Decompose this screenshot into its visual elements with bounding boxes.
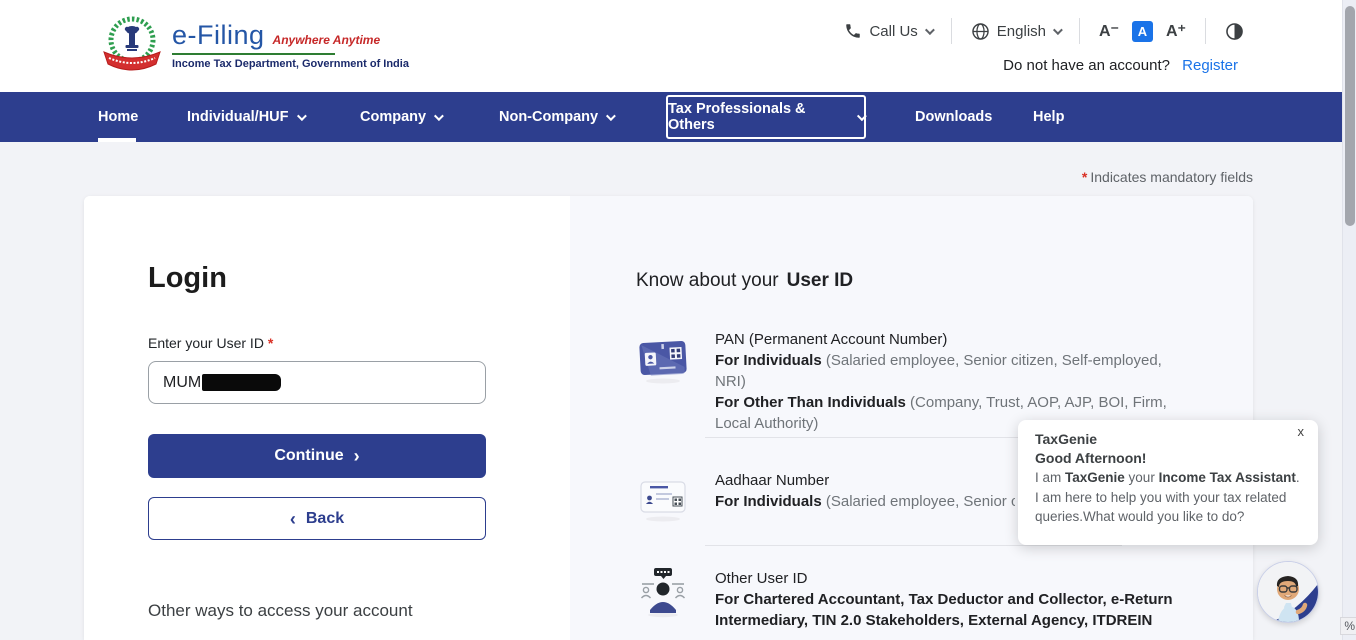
divider xyxy=(705,545,1122,546)
asterisk: * xyxy=(1082,169,1087,185)
pan-line-individuals: For Individuals (Salaried employee, Seni… xyxy=(715,350,1177,392)
continue-label: Continue xyxy=(274,447,343,465)
chat-message: I am TaxGenie your Income Tax Assistant.… xyxy=(1035,468,1302,527)
page-title: Login xyxy=(148,262,227,295)
aadhaar-title: Aadhaar Number xyxy=(715,470,1015,491)
call-us-menu[interactable]: Call Us xyxy=(844,22,931,40)
nav-item-downloads[interactable]: Downloads xyxy=(915,92,992,142)
phone-icon xyxy=(844,22,862,40)
account-prompt-text: Do not have an account? xyxy=(1003,57,1170,74)
chevron-down-icon xyxy=(296,111,306,121)
required-asterisk: * xyxy=(268,335,273,351)
close-icon[interactable]: x xyxy=(1298,424,1305,439)
know-title-bold: User ID xyxy=(787,270,854,291)
logo-green-rule xyxy=(172,53,335,55)
nav-tax-professionals-label: Tax Professionals & Others xyxy=(668,101,849,133)
chevron-down-icon xyxy=(857,111,867,121)
divider xyxy=(1205,18,1206,44)
main-navigation: Home Individual/HUF Company Non-Company … xyxy=(0,92,1356,142)
chevron-right-icon: › xyxy=(354,447,360,465)
income-tax-emblem-icon xyxy=(100,14,164,76)
font-increase-button[interactable]: A⁺ xyxy=(1166,21,1186,41)
logo-text: e-Filing Anywhere Anytime Income Tax Dep… xyxy=(172,20,409,70)
divider xyxy=(951,18,952,44)
know-section-title: Know about your User ID xyxy=(636,270,853,292)
department-name: Income Tax Department, Government of Ind… xyxy=(172,58,409,70)
call-us-label: Call Us xyxy=(869,23,917,40)
nav-item-non-company[interactable]: Non-Company xyxy=(499,92,613,142)
login-card: Login Enter your User ID * MUM Continue … xyxy=(84,196,1253,640)
other-ways-heading: Other ways to access your account xyxy=(148,601,413,621)
taxgenie-avatar-button[interactable] xyxy=(1257,561,1319,623)
chevron-down-icon xyxy=(434,111,444,121)
back-label: Back xyxy=(306,510,344,528)
taxgenie-chat-popup: x TaxGenie Good Afternoon! I am TaxGenie… xyxy=(1018,420,1318,545)
pan-title: PAN (Permanent Account Number) xyxy=(715,329,1177,350)
nav-downloads-label: Downloads xyxy=(915,109,992,125)
chevron-down-icon xyxy=(1053,25,1063,35)
language-label: English xyxy=(997,23,1046,40)
language-menu[interactable]: English xyxy=(971,22,1060,41)
know-title-prefix: Know about your xyxy=(636,270,779,291)
other-user-id-line: For Chartered Accountant, Tax Deductor a… xyxy=(715,589,1177,631)
site-logo[interactable]: e-Filing Anywhere Anytime Income Tax Dep… xyxy=(100,14,409,76)
chevron-left-icon: ‹ xyxy=(290,510,296,528)
brand-name: e-Filing xyxy=(172,20,265,51)
nav-company-label: Company xyxy=(360,109,426,125)
top-header: e-Filing Anywhere Anytime Income Tax Dep… xyxy=(0,0,1356,92)
login-panel: Login Enter your User ID * MUM Continue … xyxy=(84,196,570,640)
chevron-down-icon xyxy=(606,111,616,121)
efiling-login-page: e-Filing Anywhere Anytime Income Tax Dep… xyxy=(0,0,1356,640)
pan-card-icon xyxy=(636,334,690,386)
account-prompt-row: Do not have an account? Register xyxy=(1003,57,1238,74)
assistant-avatar-icon xyxy=(1258,562,1318,622)
nav-home-label: Home xyxy=(98,109,138,125)
zoom-percent-badge: % xyxy=(1340,617,1356,635)
nav-item-home[interactable]: Home xyxy=(98,92,138,142)
globe-icon xyxy=(971,22,990,41)
font-decrease-button[interactable]: A⁻ xyxy=(1099,21,1119,41)
continue-button[interactable]: Continue › xyxy=(148,434,486,478)
other-user-id-description: Other User ID For Chartered Accountant, … xyxy=(715,568,1177,631)
brand-tagline: Anywhere Anytime xyxy=(273,33,381,47)
chat-bot-name: TaxGenie xyxy=(1035,431,1302,447)
register-link[interactable]: Register xyxy=(1182,57,1238,74)
user-id-label-text: Enter your User ID xyxy=(148,335,268,351)
vertical-scrollbar[interactable] xyxy=(1342,0,1356,640)
chat-greeting: Good Afternoon! xyxy=(1035,450,1302,466)
know-user-id-panel: Know about yourUser ID PAN (Permanent A xyxy=(570,196,1253,640)
mandatory-fields-note: *Indicates mandatory fields xyxy=(1082,169,1253,185)
active-tab-indicator xyxy=(98,138,136,142)
nav-item-help[interactable]: Help xyxy=(1033,92,1064,142)
mandatory-note-text: Indicates mandatory fields xyxy=(1090,169,1253,185)
nav-item-tax-professionals[interactable]: Tax Professionals & Others xyxy=(666,95,866,139)
aadhaar-description: Aadhaar Number For Individuals (Salaried… xyxy=(715,470,1015,512)
user-id-value: MUM xyxy=(163,374,201,392)
user-id-input[interactable]: MUM xyxy=(148,361,486,404)
pan-description: PAN (Permanent Account Number) For Indiv… xyxy=(715,329,1177,434)
user-id-label: Enter your User ID * xyxy=(148,335,276,351)
header-utilities: Call Us English A⁻ A A⁺ xyxy=(844,16,1244,46)
chevron-down-icon xyxy=(925,25,935,35)
aadhaar-line-individuals: For Individuals (Salaried employee, Seni… xyxy=(715,491,1015,512)
other-user-id-icon xyxy=(636,566,690,618)
nav-help-label: Help xyxy=(1033,109,1064,125)
divider xyxy=(1079,18,1080,44)
nav-item-company[interactable]: Company xyxy=(360,92,441,142)
other-user-id-title: Other User ID xyxy=(715,568,1177,589)
aadhaar-card-icon xyxy=(636,472,690,524)
redacted-text-block xyxy=(202,374,281,391)
scrollbar-thumb[interactable] xyxy=(1345,6,1355,226)
nav-non-company-label: Non-Company xyxy=(499,109,598,125)
contrast-toggle-icon[interactable] xyxy=(1225,22,1244,41)
font-normal-button[interactable]: A xyxy=(1132,21,1153,42)
back-button[interactable]: ‹ Back xyxy=(148,497,486,540)
nav-item-individual-huf[interactable]: Individual/HUF xyxy=(187,92,304,142)
nav-individual-label: Individual/HUF xyxy=(187,109,289,125)
